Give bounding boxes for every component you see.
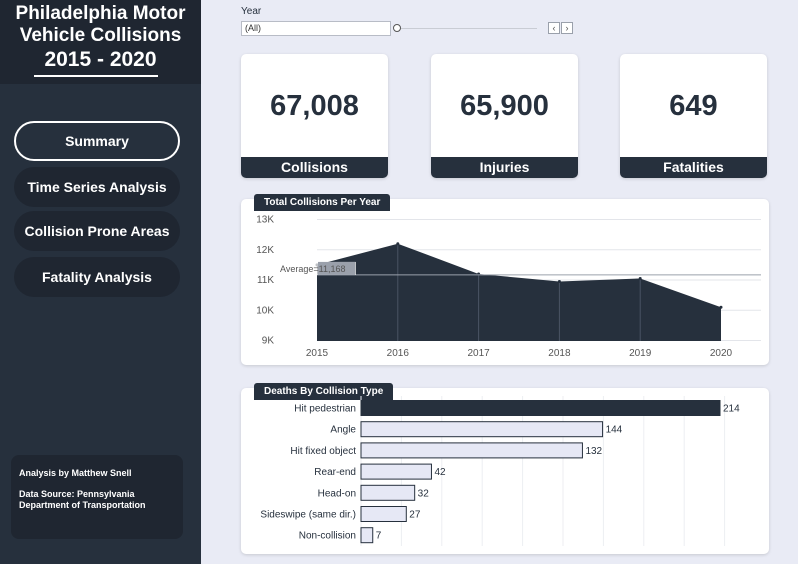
bar[interactable] (360, 442, 583, 459)
data-point[interactable] (557, 280, 561, 284)
chevron-left-icon[interactable]: ‹ (548, 22, 560, 34)
kpi-fatalities-card: 649 Fatalities (620, 54, 767, 178)
category-label: Non-collision (299, 531, 356, 542)
bar[interactable] (360, 506, 407, 522)
deaths-by-type-chart: Hit pedestrian 214 Angle 144 Hit fixed objec… (260, 396, 740, 546)
average-label: Average=11,168 (280, 264, 345, 274)
kpi-collisions-label: Collisions (241, 157, 388, 178)
y-tick-label: 10K (256, 305, 274, 316)
kpi-collisions-value: 67,008 (270, 90, 359, 122)
collisions-per-year-chart: 9K 10K 11K 12K 13K Average=11,168 2015 2016 2017… (256, 215, 761, 359)
bar[interactable] (360, 484, 416, 501)
credit-box: Analysis by Matthew Snell Data Source: P… (11, 455, 183, 539)
bar-value-label: 144 (606, 425, 623, 436)
credit-source: Data Source: Pennsylvania Department of … (19, 489, 146, 510)
credit-author: Analysis by Matthew Snell (19, 468, 132, 478)
x-tick-label: 2015 (306, 348, 329, 359)
year-select[interactable]: (All) (241, 21, 391, 36)
data-point[interactable] (719, 305, 723, 309)
year-slider-thumb[interactable] (393, 24, 401, 32)
kpi-collisions-card: 67,008 Collisions (241, 54, 388, 178)
kpi-fatalities-label: Fatalities (620, 157, 767, 178)
nav-collision-prone-button[interactable]: Collision Prone Areas (14, 211, 180, 251)
nav-summary-button[interactable]: Summary (14, 121, 180, 161)
y-tick-label: 9K (262, 336, 275, 347)
data-point[interactable] (396, 242, 400, 246)
dashboard-title: Philadelphia Motor Vehicle Collisions 20… (0, 0, 201, 84)
title-underline (34, 75, 158, 77)
y-tick-label: 13K (256, 215, 274, 226)
category-label: Sideswipe (same dir.) (260, 510, 356, 521)
kpi-injuries-value: 65,900 (460, 90, 549, 122)
x-tick-label: 2016 (387, 348, 410, 359)
bar[interactable] (360, 463, 432, 480)
year-slider-track[interactable] (399, 28, 537, 29)
deaths-by-type-panel: Deaths By Collision Type Hit pedestrian 2… (241, 383, 769, 554)
bar[interactable] (360, 421, 604, 438)
bar-value-label: 32 (418, 488, 430, 499)
bar-value-label: 7 (376, 531, 382, 542)
category-label: Rear-end (314, 467, 356, 478)
title-line-1: Philadelphia Motor (15, 3, 186, 24)
collisions-area (317, 243, 721, 341)
bar[interactable] (360, 527, 374, 544)
data-point[interactable] (638, 276, 642, 280)
category-label: Hit fixed object (290, 446, 356, 457)
nav-fatality-button[interactable]: Fatality Analysis (14, 257, 180, 297)
category-label: Angle (330, 425, 356, 436)
category-label: Head-on (318, 488, 356, 499)
title-years: 2015 - 2020 (44, 48, 157, 71)
title-line-2: Vehicle Collisions (19, 25, 182, 46)
y-tick-label: 12K (256, 245, 274, 256)
year-filter-label: Year (241, 6, 262, 17)
kpi-injuries-label: Injuries (431, 157, 578, 178)
bar-value-label: 214 (723, 404, 740, 415)
year-filter: Year (All) ‹ › (241, 5, 581, 39)
kpi-fatalities-value: 649 (669, 90, 718, 122)
nav-time-series-button[interactable]: Time Series Analysis (14, 167, 180, 207)
sidebar: Philadelphia Motor Vehicle Collisions 20… (0, 0, 201, 564)
x-tick-label: 2018 (548, 348, 571, 359)
x-tick-label: 2019 (629, 348, 652, 359)
collisions-per-year-panel: Total Collisions Per Year 9K 10K 11K 12K 13K… (241, 194, 769, 365)
chevron-right-icon[interactable]: › (561, 22, 573, 34)
x-tick-label: 2020 (710, 348, 733, 359)
bar-value-label: 27 (409, 510, 421, 521)
category-label: Hit pedestrian (294, 404, 356, 415)
bar-value-label: 132 (585, 446, 602, 457)
bar-value-label: 42 (434, 467, 446, 478)
x-tick-label: 2017 (467, 348, 490, 359)
kpi-injuries-card: 65,900 Injuries (431, 54, 578, 178)
y-tick-label: 11K (257, 275, 274, 286)
bar[interactable] (360, 400, 721, 416)
